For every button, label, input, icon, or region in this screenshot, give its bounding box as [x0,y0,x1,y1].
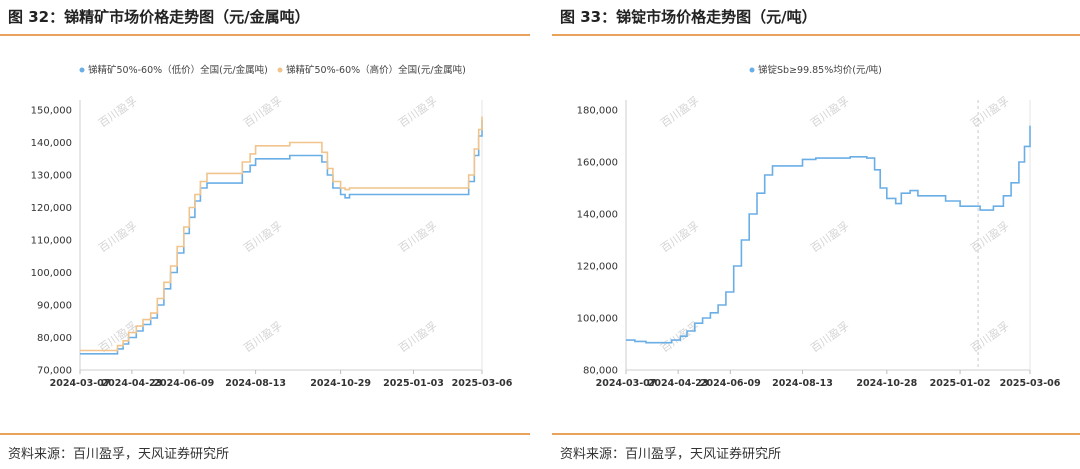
y-tick-label: 70,000 [37,366,72,377]
y-tick-label: 130,000 [31,171,72,182]
y-tick-label: 110,000 [31,236,72,247]
watermark-text: 百川盈孚 [658,219,701,255]
legend-marker [749,67,755,73]
x-tick-label: 2025-03-06 [1000,378,1061,389]
x-tick-label: 2024-08-13 [225,378,286,389]
legend-label: 锑锭Sb≥99.85%均价(元/吨) [758,64,882,76]
y-tick-label: 90,000 [37,301,72,312]
left-bottom-rule [0,433,530,435]
y-tick-label: 140,000 [31,138,72,149]
watermark-text: 百川盈孚 [96,219,139,255]
left-chart-panel: 图 32：锑精矿市场价格走势图（元/金属吨） 百川盈孚 百川盈孚 百川盈孚 百川盈孚百… [0,0,530,469]
x-tick-label: 2025-01-02 [930,378,991,389]
legend-label: 锑精矿50%-60%（低价）全国(元/金属吨) [88,64,268,76]
y-tick-label: 150,000 [31,106,72,117]
left-top-rule [0,34,530,36]
y-tick-label: 120,000 [31,203,72,214]
watermark-text: 百川盈孚 [968,319,1011,355]
left-source-note: 资料来源：百川盈孚，天风证券研究所 [8,447,230,462]
legend-marker [79,67,85,73]
x-tick-label: 2024-06-09 [153,378,214,389]
watermark-text: 百川盈孚 [396,319,439,355]
watermark-text: 百川盈孚 [396,219,439,255]
watermark-text: 百川盈孚 [808,94,851,130]
x-tick-label: 2024-06-09 [700,378,761,389]
watermark-text: 百川盈孚 [241,319,284,355]
watermark-text: 百川盈孚 [968,94,1011,130]
watermark-text: 百川盈孚 [241,94,284,130]
watermark-text: 百川盈孚 [808,319,851,355]
watermark-text: 百川盈孚 [658,94,701,130]
y-tick-label: 100,000 [31,268,72,279]
y-tick-label: 180,000 [577,106,618,117]
x-tick-label: 2025-01-03 [383,378,444,389]
watermark-text: 百川盈孚 [241,219,284,255]
x-tick-label: 2024-10-28 [856,378,917,389]
y-tick-label: 100,000 [577,314,618,325]
x-tick-label: 2025-03-06 [452,378,513,389]
y-tick-label: 140,000 [577,210,618,221]
right-source-note: 资料来源：百川盈孚，天风证券研究所 [560,447,782,462]
right-figure-title: 图 33：锑锭市场价格走势图（元/吨） [560,8,817,26]
right-price-chart: 百川盈孚 百川盈孚 百川盈孚百川盈孚 百川盈孚 百川盈孚百川盈孚 百川盈孚 百川盈孚80,0… [577,64,1061,389]
y-tick-label: 160,000 [577,158,618,169]
right-top-rule [552,34,1080,36]
y-tick-label: 120,000 [577,262,618,273]
left-figure-title: 图 32：锑精矿市场价格走势图（元/金属吨） [8,8,310,26]
left-price-chart: 百川盈孚 百川盈孚 百川盈孚百川盈孚 百川盈孚 百川盈孚百川盈孚 百川盈孚 百川盈孚70,0… [31,64,513,389]
watermark-text: 百川盈孚 [968,219,1011,255]
x-tick-label: 2024-10-29 [310,378,371,389]
legend-label: 锑精矿50%-60%（高价）全国(元/金属吨) [286,64,466,76]
y-tick-label: 80,000 [583,366,618,377]
y-tick-label: 80,000 [37,333,72,344]
legend-marker [277,67,283,73]
watermark-text: 百川盈孚 [808,219,851,255]
x-tick-label: 2024-08-13 [772,378,833,389]
right-bottom-rule [552,433,1080,435]
watermark-text: 百川盈孚 [396,94,439,130]
watermark-text: 百川盈孚 [96,94,139,130]
right-chart-panel: 图 33：锑锭市场价格走势图（元/吨） 百川盈孚 百川盈孚 百川盈孚 百川盈孚 百川盈孚… [552,0,1080,469]
